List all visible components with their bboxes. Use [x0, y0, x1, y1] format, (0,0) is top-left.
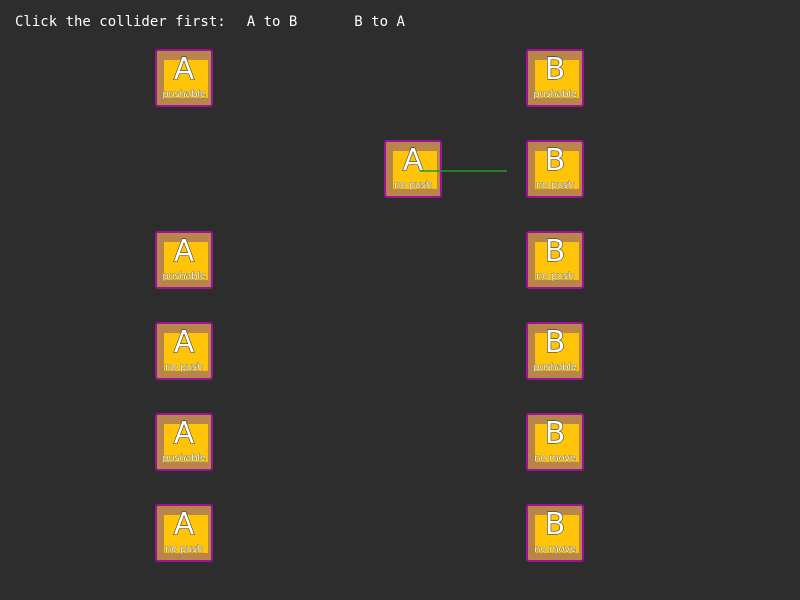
collider-letter: A — [173, 234, 195, 269]
collider-label: pushable — [533, 89, 577, 101]
collider-a-row3[interactable]: A pushable — [155, 231, 213, 289]
collider-label: no push — [394, 180, 433, 192]
b-to-a-option[interactable]: B to A — [354, 14, 405, 30]
collider-a-row5[interactable]: A pushable — [155, 413, 213, 471]
collider-letter: B — [544, 416, 566, 451]
collider-label: no move — [534, 453, 576, 465]
link-line-overlay — [420, 170, 507, 172]
collider-letter: A — [173, 416, 195, 451]
mode-header: Click the collider first: A to B B to A — [15, 14, 405, 30]
mode-prompt: Click the collider first: — [15, 14, 226, 30]
collider-label: no push — [536, 271, 575, 283]
a-to-b-option[interactable]: A to B — [247, 14, 298, 30]
collider-b-row6[interactable]: B no move — [526, 504, 584, 562]
collider-label: no push — [165, 544, 204, 556]
collider-letter: B — [544, 234, 566, 269]
collider-letter: B — [544, 52, 566, 87]
collider-letter: A — [173, 325, 195, 360]
collider-label: no move — [534, 544, 576, 556]
collider-b-row4[interactable]: B pushable — [526, 322, 584, 380]
collider-b-row3[interactable]: B no push — [526, 231, 584, 289]
collider-letter: B — [544, 325, 566, 360]
collider-b-row5[interactable]: B no move — [526, 413, 584, 471]
collider-letter: B — [544, 143, 566, 178]
collider-label: pushable — [162, 453, 206, 465]
collider-label: no push — [536, 180, 575, 192]
collider-label: no push — [165, 362, 204, 374]
collider-b-row2[interactable]: B no push — [526, 140, 584, 198]
collider-a-row1[interactable]: A pushable — [155, 49, 213, 107]
collider-letter: A — [173, 52, 195, 87]
collider-letter: B — [544, 507, 566, 542]
collider-a-row4[interactable]: A no push — [155, 322, 213, 380]
collider-a-row6[interactable]: A no push — [155, 504, 213, 562]
collider-label: pushable — [533, 362, 577, 374]
collider-label: pushable — [162, 271, 206, 283]
collider-a-row2[interactable]: A no push — [384, 140, 442, 198]
scene-canvas: Click the collider first: A to B B to A … — [0, 0, 800, 600]
collider-letter: A — [173, 507, 195, 542]
collider-b-row1[interactable]: B pushable — [526, 49, 584, 107]
collider-letter: A — [402, 143, 424, 178]
collider-label: pushable — [162, 89, 206, 101]
